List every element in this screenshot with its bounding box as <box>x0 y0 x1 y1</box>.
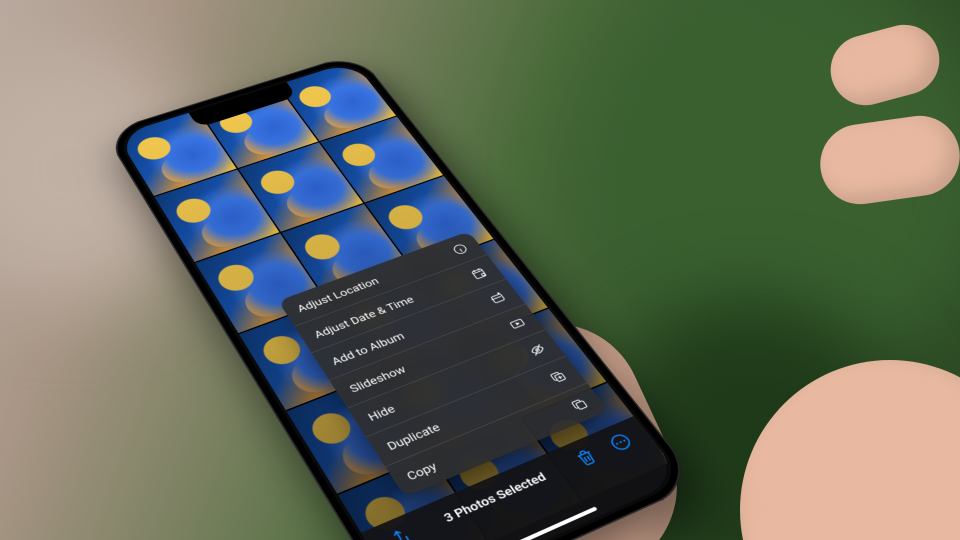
share-icon[interactable] <box>384 524 416 540</box>
home-indicator[interactable] <box>488 506 598 540</box>
calendar-icon <box>468 266 490 282</box>
copy-icon <box>568 396 591 414</box>
trash-icon[interactable] <box>570 445 601 470</box>
menu-item-label: Copy <box>404 459 440 483</box>
info-icon <box>450 242 471 257</box>
duplicate-icon <box>547 368 570 385</box>
eye-off-icon <box>526 341 549 358</box>
album-add-icon <box>487 290 509 306</box>
play-rect-icon <box>506 315 528 331</box>
ellipsis-icon[interactable] <box>605 430 636 454</box>
menu-item-label: Hide <box>365 402 397 423</box>
